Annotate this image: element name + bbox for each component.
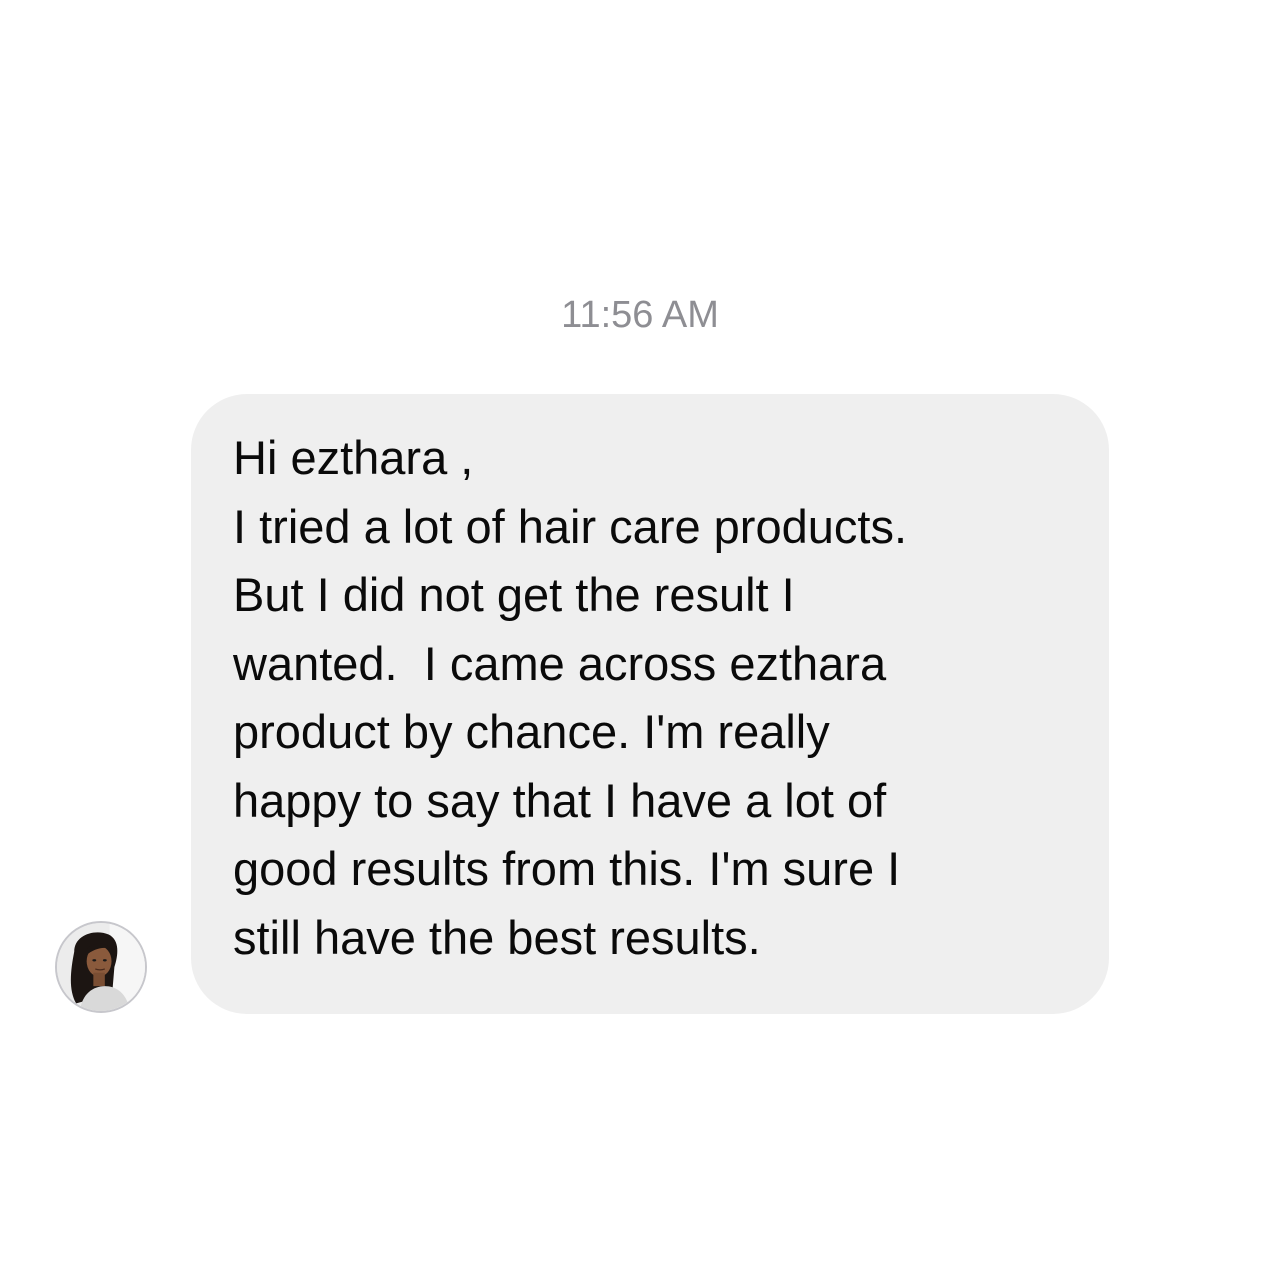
message-line: Hi ezthara , (233, 431, 474, 484)
sender-avatar[interactable] (55, 921, 147, 1013)
message-line: product by chance. I'm really (233, 705, 830, 758)
message-line: happy to say that I have a lot of (233, 773, 887, 827)
received-message-bubble[interactable]: Hi ezthara , I tried a lot of hair care … (191, 394, 1109, 1014)
message-line: wanted. I came across ezthara (233, 636, 887, 690)
message-line: I tried a lot of hair care products. (233, 499, 907, 553)
message-timestamp: 11:56 AM (561, 294, 719, 336)
message-line: good results from this. I'm sure I (233, 842, 901, 895)
message-line: But I did not get the result I (233, 568, 795, 621)
message-line: still have the best results. (233, 910, 761, 964)
profile-photo-icon (57, 923, 145, 1011)
chat-thread: 11:56 AM Hi ezthara , I tried a lot of h… (0, 0, 1280, 1280)
